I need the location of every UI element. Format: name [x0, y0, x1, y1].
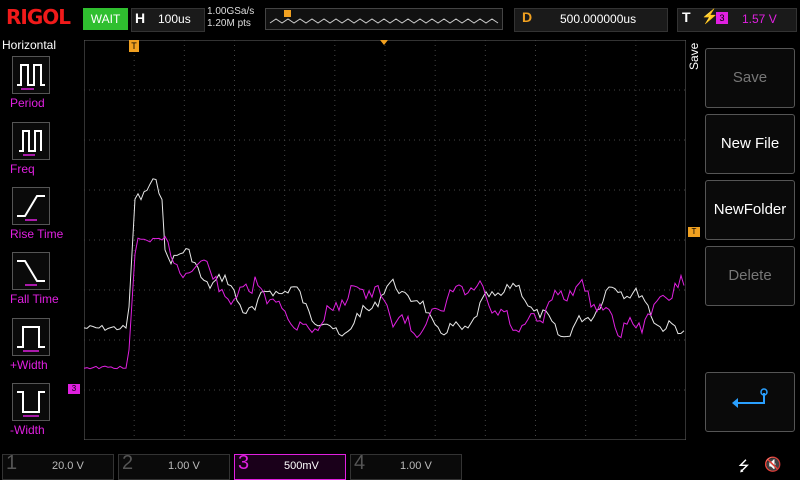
run-state-badge[interactable]: WAIT	[83, 8, 128, 30]
measure-label: -Width	[10, 423, 45, 437]
left-panel-title: Horizontal	[2, 38, 57, 52]
measure-frequency[interactable]: Freq	[10, 122, 50, 176]
new-folder-button[interactable]: NewFolder	[705, 180, 795, 240]
graticule	[83, 39, 687, 441]
timebase-value: 100us	[158, 12, 191, 26]
usb-icon: ⭍	[738, 458, 750, 474]
channel-2-number: 2	[122, 452, 134, 474]
trigger-marker-label: T	[129, 40, 139, 52]
delay-label: D	[522, 9, 533, 25]
overview-wave	[269, 18, 499, 24]
trigger-source: 3	[716, 12, 728, 24]
measure-positive-width[interactable]: +Width	[10, 318, 50, 372]
enter-return-icon	[732, 388, 768, 408]
new-file-button[interactable]: New File	[705, 114, 795, 174]
waveform-display[interactable]	[83, 39, 687, 441]
measure-label: Freq	[10, 162, 35, 176]
menu-title: Save	[687, 42, 701, 70]
measure-fall-time[interactable]: Fall Time	[10, 252, 59, 306]
trigger-level-marker[interactable]: T	[688, 227, 700, 237]
waveform-overview-icon	[269, 10, 499, 24]
trigger-position-marker	[284, 10, 291, 17]
enter-button[interactable]	[705, 372, 795, 432]
frequency-icon	[12, 122, 50, 160]
trigger-label: T	[682, 9, 691, 25]
channel-3-scale: 500mV	[284, 460, 319, 472]
acquisition-info: 1.00GSa/s 1.20M pts	[207, 6, 254, 30]
center-marker	[380, 40, 388, 45]
trigger-level: 1.57 V	[742, 12, 777, 26]
channel3-ground-marker[interactable]: 3	[68, 384, 80, 394]
measure-label: Fall Time	[10, 292, 59, 306]
rigol-logo: RIGOL	[6, 5, 71, 29]
channel-4-number: 4	[354, 452, 366, 474]
measure-period[interactable]: Period	[10, 56, 50, 110]
measure-rise-time[interactable]: Rise Time	[10, 187, 64, 241]
rise-time-icon	[12, 187, 50, 225]
measure-label: Period	[10, 96, 45, 110]
channel-4-scale: 1.00 V	[400, 460, 432, 472]
sample-rate: 1.00GSa/s	[207, 6, 255, 17]
white-trace	[83, 178, 685, 338]
measure-negative-width[interactable]: -Width	[10, 383, 50, 437]
waveform-grid	[83, 39, 687, 441]
fall-time-icon	[12, 252, 50, 290]
memory-depth: 1.20M pts	[207, 18, 251, 29]
period-icon	[12, 56, 50, 94]
negative-width-icon	[12, 383, 50, 421]
delete-button[interactable]: Delete	[705, 246, 795, 306]
measure-label: +Width	[10, 358, 48, 372]
channel-1-scale: 20.0 V	[52, 460, 84, 472]
channel-1-number: 1	[6, 452, 18, 474]
save-button[interactable]: Save	[705, 48, 795, 108]
memory-position-strip	[265, 8, 503, 30]
horizontal-label: H	[135, 10, 146, 26]
delay-value: 500.000000us	[560, 12, 637, 26]
trigger-box[interactable]	[677, 8, 797, 32]
positive-width-icon	[12, 318, 50, 356]
measure-label: Rise Time	[10, 227, 64, 241]
channel-2-scale: 1.00 V	[168, 460, 200, 472]
speaker-mute-icon[interactable]: 🔇	[764, 456, 781, 473]
channel-3-number: 3	[238, 452, 250, 474]
